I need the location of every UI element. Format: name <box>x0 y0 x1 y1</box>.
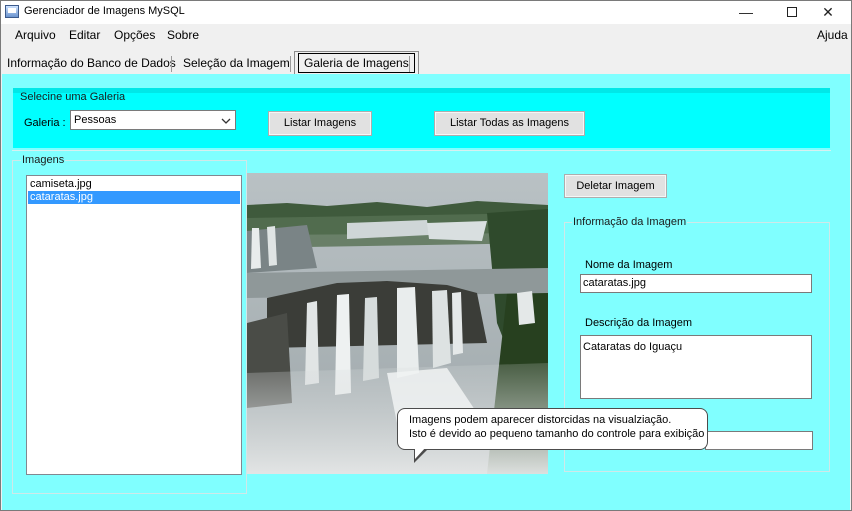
tab-image-gallery-label: Galeria de Imagens <box>298 53 415 73</box>
list-all-images-button[interactable]: Listar Todas as Imagens <box>434 111 585 136</box>
menu-editar[interactable]: Editar <box>69 28 100 42</box>
tab-strip: Informação do Banco de Dados Seleção da … <box>1 48 851 74</box>
gallery-select-panel: Selecine uma Galeria Galeria : Pessoas L… <box>12 88 831 151</box>
images-group-title: Imagens <box>21 154 66 166</box>
image-description-field[interactable]: Cataratas do Iguaçu <box>580 335 812 399</box>
close-button[interactable]: ✕ <box>805 1 851 24</box>
app-icon <box>5 5 19 18</box>
menu-sobre[interactable]: Sobre <box>167 28 199 42</box>
menu-ajuda[interactable]: Ajuda <box>817 28 848 42</box>
tab-divider <box>290 56 291 72</box>
menu-arquivo[interactable]: Arquivo <box>15 28 56 42</box>
image-name-label: Nome da Imagem <box>585 259 673 271</box>
tooltip-line: Isto é devido ao pequeno tamanho do cont… <box>409 428 705 440</box>
list-item[interactable]: camiseta.jpg <box>28 178 240 191</box>
image-name-field[interactable]: cataratas.jpg <box>580 274 812 293</box>
image-info-title: Informação da Imagem <box>572 216 688 228</box>
distortion-tooltip: Imagens podem aparecer distorcidas na vi… <box>397 408 708 463</box>
main-window: Gerenciador de Imagens MySQL — ✕ Arquivo… <box>0 0 852 511</box>
gallery-group-title: Selecine uma Galeria <box>20 91 126 103</box>
close-icon: ✕ <box>822 4 834 20</box>
tab-database-info[interactable]: Informação do Banco de Dados <box>3 52 180 74</box>
gallery-tab-content: Selecine uma Galeria Galeria : Pessoas L… <box>2 74 850 510</box>
tooltip-line: Imagens podem aparecer distorcidas na vi… <box>409 414 672 426</box>
minimize-icon: — <box>739 4 753 20</box>
gallery-combobox[interactable]: Pessoas <box>70 110 236 130</box>
image-description-label: Descrição da Imagem <box>585 317 692 329</box>
tab-image-selection[interactable]: Seleção da Imagem <box>179 52 294 74</box>
tab-image-gallery[interactable]: Galeria de Imagens <box>294 51 419 74</box>
list-item-selected[interactable]: cataratas.jpg <box>28 191 240 204</box>
minimize-button[interactable]: — <box>723 1 769 24</box>
tab-divider <box>409 56 410 72</box>
menu-bar: Arquivo Editar Opções Sobre Ajuda <box>1 24 851 46</box>
title-bar[interactable]: Gerenciador de Imagens MySQL — ✕ <box>1 1 851 24</box>
window-title: Gerenciador de Imagens MySQL <box>24 5 185 17</box>
maximize-icon <box>787 7 797 18</box>
tab-divider <box>171 56 172 72</box>
images-group: Imagens camiseta.jpg cataratas.jpg <box>12 154 247 494</box>
gallery-label: Galeria : <box>24 117 66 129</box>
images-listbox[interactable]: camiseta.jpg cataratas.jpg <box>26 175 242 475</box>
tooltip-tail <box>414 447 428 463</box>
menu-opcoes[interactable]: Opções <box>114 28 155 42</box>
list-images-button[interactable]: Listar Imagens <box>268 111 372 136</box>
delete-image-button[interactable]: Deletar Imagem <box>564 174 667 198</box>
gallery-combobox-value: Pessoas <box>74 114 117 126</box>
chevron-down-icon[interactable] <box>221 114 231 132</box>
image-extra-field[interactable] <box>705 431 813 450</box>
